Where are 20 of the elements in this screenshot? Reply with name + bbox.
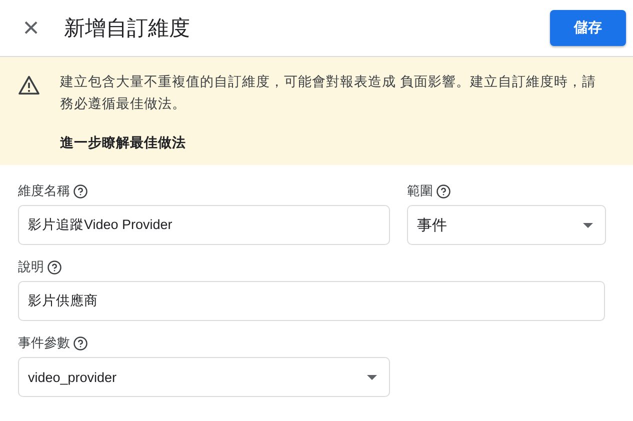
help-icon[interactable]	[436, 184, 451, 198]
help-icon[interactable]	[73, 336, 88, 350]
field-label: 說明	[18, 258, 44, 276]
field-label: 維度名稱	[18, 182, 70, 200]
help-icon[interactable]	[47, 260, 62, 274]
close-button[interactable]: ×	[18, 15, 44, 41]
help-icon[interactable]	[73, 184, 88, 198]
best-practices-link[interactable]: 進一步瞭解最佳做法	[60, 134, 603, 152]
select-field[interactable]: 事件	[407, 205, 606, 245]
warning-icon	[18, 75, 40, 95]
dialog-title: 新增自訂維度	[64, 16, 191, 42]
input-field[interactable]: 影片追蹤Video Provider	[18, 205, 390, 245]
caret-icon	[583, 222, 593, 228]
field-label: 事件參數	[18, 334, 70, 352]
caret-icon	[367, 374, 377, 380]
field-label: 範圍	[407, 182, 433, 200]
input-field[interactable]: 影片供應商	[18, 281, 605, 321]
warning-message: 建立包含大量不重複值的自訂維度，可能會對報表造成 負面影響。建立自訂維度時，請務必遵循最佳做法。	[60, 73, 597, 113]
save-button[interactable]: 儲存	[550, 10, 626, 46]
select-field[interactable]: video_provider	[18, 357, 390, 397]
